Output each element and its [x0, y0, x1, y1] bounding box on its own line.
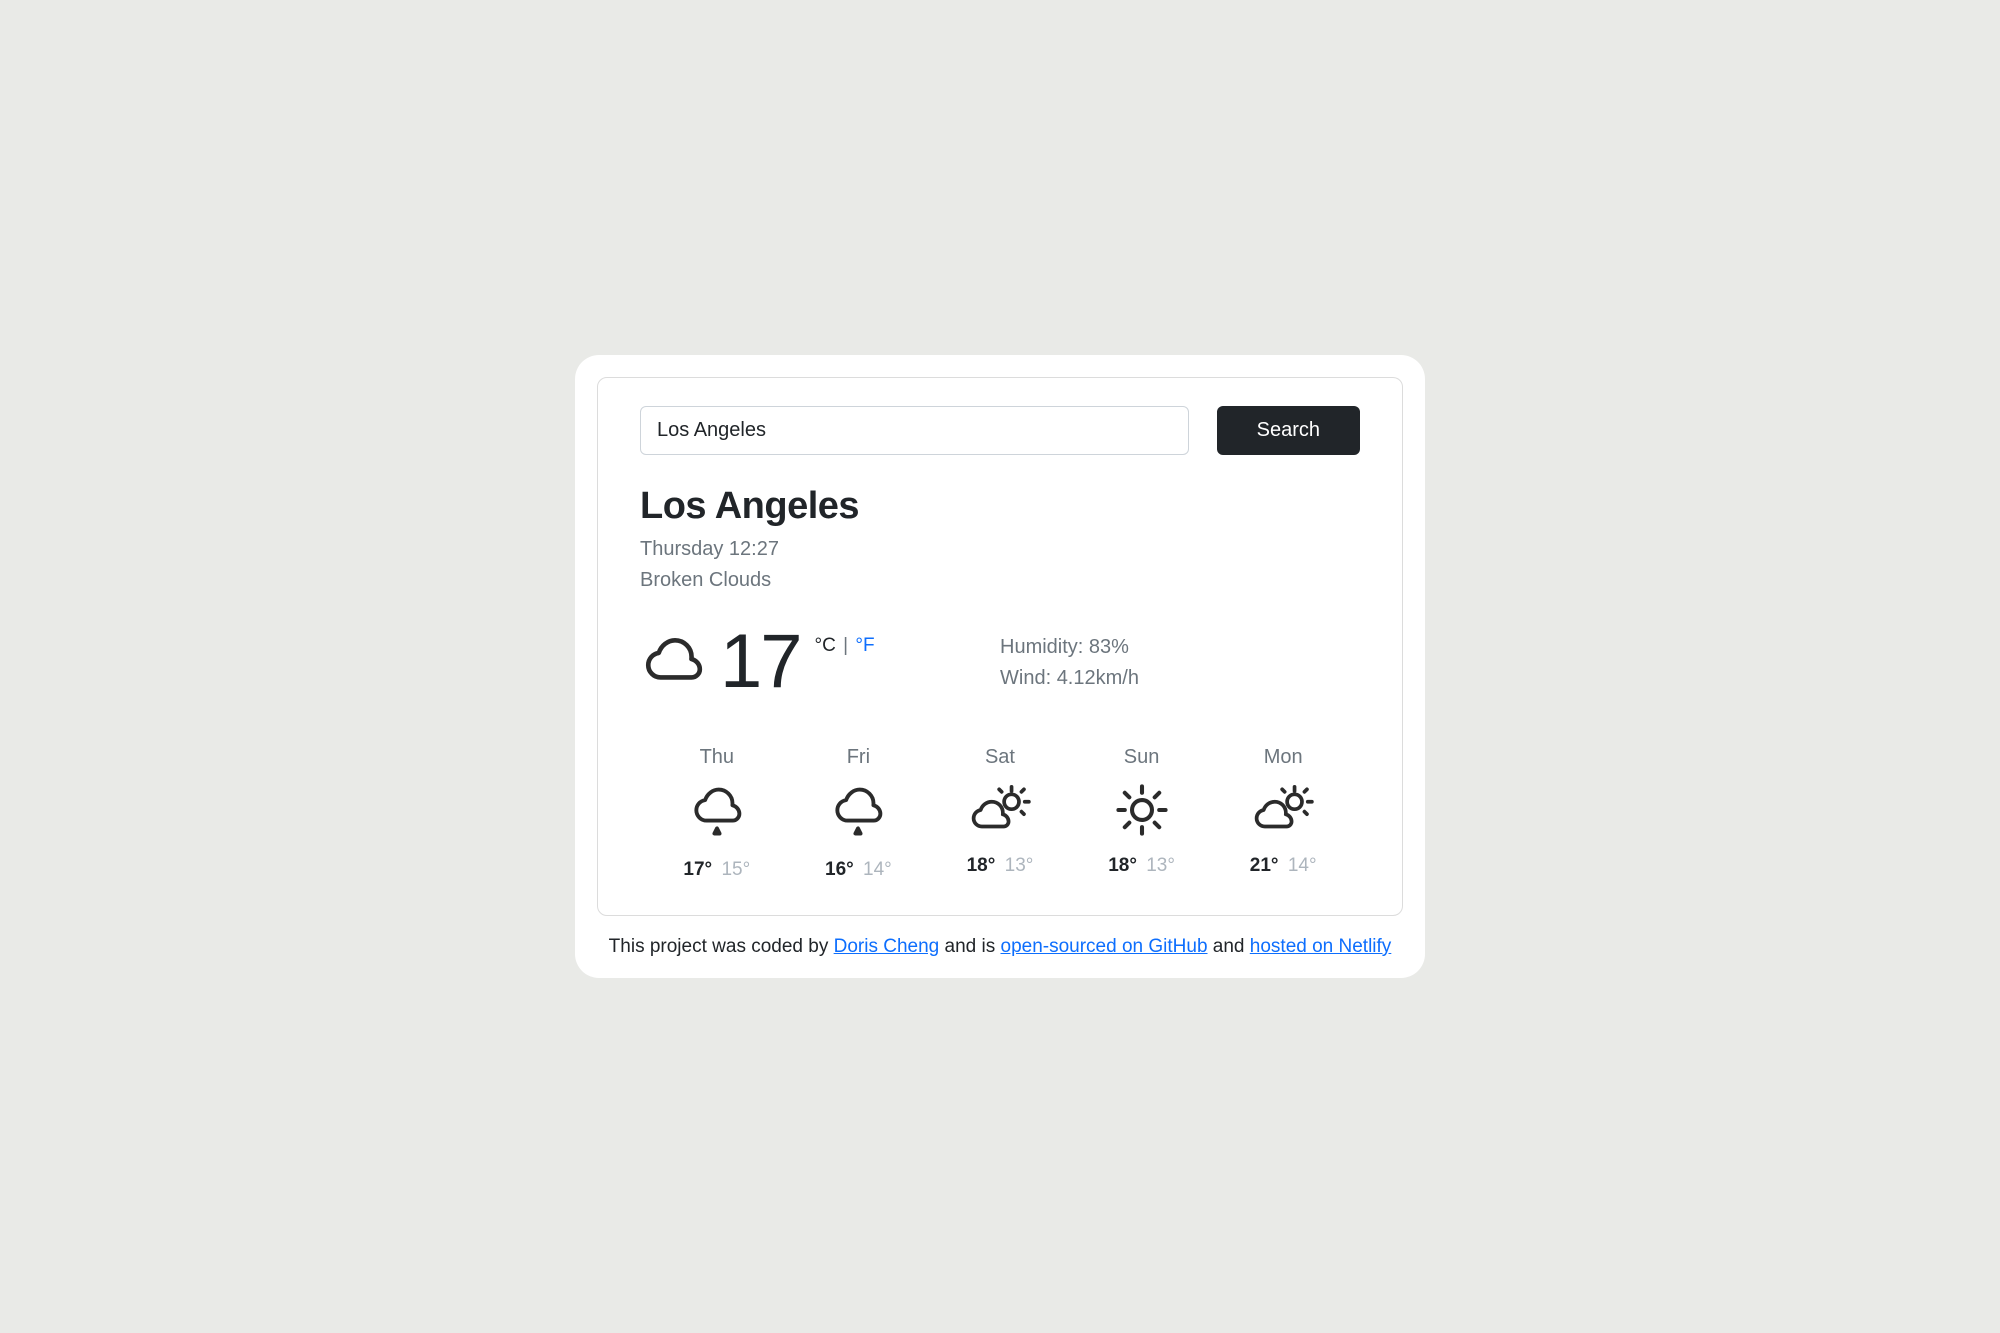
footer-text: This project was coded by — [609, 936, 834, 957]
forecast-hi: 18° — [1108, 855, 1137, 876]
forecast-hi: 16° — [825, 859, 854, 880]
forecast-day-label: Sat — [985, 746, 1015, 769]
unit-separator: | — [843, 635, 848, 656]
sun-icon — [1113, 781, 1171, 839]
partly-sun-icon — [967, 781, 1033, 839]
forecast-lo: 13° — [1146, 855, 1175, 876]
forecast-temps: 21° 14° — [1250, 855, 1317, 877]
forecast-hi: 21° — [1250, 855, 1279, 876]
forecast-day: Fri 16° 14° — [788, 746, 930, 881]
forecast-day: Sun 18° 13° — [1071, 746, 1213, 881]
author-link[interactable]: Doris Cheng — [834, 936, 940, 957]
weather-card: Search Los Angeles Thursday 12:27 Broken… — [597, 377, 1403, 916]
wind-line: Wind: 4.12km/h — [1000, 663, 1139, 694]
forecast-hi: 18° — [967, 855, 996, 876]
humidity-label: Humidity: — [1000, 636, 1083, 658]
partly-sun-icon — [1250, 781, 1316, 839]
forecast-day-label: Fri — [847, 746, 870, 769]
forecast-temps: 18° 13° — [967, 855, 1034, 877]
forecast-temps: 18° 13° — [1108, 855, 1175, 877]
search-button[interactable]: Search — [1217, 406, 1360, 455]
cloud-icon — [640, 630, 706, 696]
forecast-lo: 14° — [1288, 855, 1317, 876]
search-form: Search — [640, 406, 1360, 455]
unit-switch: °C | °F — [815, 630, 875, 657]
wind-label: Wind: — [1000, 667, 1051, 689]
forecast-lo: 14° — [863, 859, 892, 880]
wind-value: 4.12km/h — [1057, 667, 1139, 689]
github-link[interactable]: open-sourced on GitHub — [1001, 936, 1208, 957]
humidity-line: Humidity: 83% — [1000, 632, 1139, 663]
forecast-day-label: Thu — [700, 746, 734, 769]
current-left: 17 °C | °F — [640, 630, 1000, 696]
forecast-row: Thu 17° 15° Fri — [640, 746, 1360, 881]
forecast-temps: 17° 15° — [683, 859, 750, 881]
forecast-day-label: Sun — [1124, 746, 1160, 769]
forecast-day: Thu 17° 15° — [646, 746, 788, 881]
description-text: Broken Clouds — [640, 565, 1360, 596]
current-temp: 17 — [720, 630, 801, 695]
forecast-temps: 16° 14° — [825, 859, 892, 881]
humidity-value: 83% — [1089, 636, 1129, 658]
forecast-lo: 15° — [721, 859, 750, 880]
forecast-day: Sat 18° 13° — [929, 746, 1071, 881]
forecast-day: Mon 21° 14° — [1212, 746, 1354, 881]
app-wrapper: Search Los Angeles Thursday 12:27 Broken… — [575, 355, 1425, 978]
footer-text: and — [1208, 936, 1250, 957]
forecast-hi: 17° — [683, 859, 712, 880]
datetime-text: Thursday 12:27 — [640, 534, 1360, 565]
rain-icon — [688, 781, 746, 843]
footer-text: and is — [939, 936, 1000, 957]
forecast-lo: 13° — [1005, 855, 1034, 876]
netlify-link[interactable]: hosted on Netlify — [1250, 936, 1392, 957]
city-search-input[interactable] — [640, 406, 1189, 455]
footer-credits: This project was coded by Doris Cheng an… — [597, 936, 1403, 958]
current-right: Humidity: 83% Wind: 4.12km/h — [1000, 630, 1139, 696]
current-conditions: 17 °C | °F Humidity: 83% Wind: 4.12km/h — [640, 630, 1360, 696]
rain-icon — [829, 781, 887, 843]
unit-celsius: °C — [815, 635, 836, 656]
forecast-day-label: Mon — [1264, 746, 1303, 769]
unit-fahrenheit-link[interactable]: °F — [855, 635, 874, 656]
city-title: Los Angeles — [640, 485, 1360, 528]
